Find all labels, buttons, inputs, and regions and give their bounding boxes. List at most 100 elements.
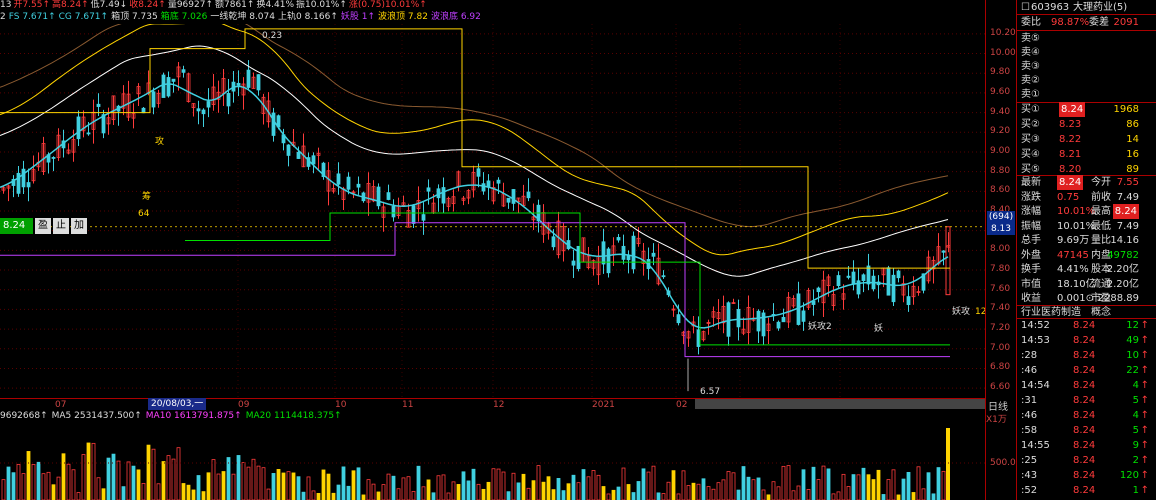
volume-bar	[911, 492, 916, 500]
volume-bar	[71, 469, 76, 500]
volume-bar	[496, 468, 501, 500]
tick-volume: 2	[1132, 455, 1139, 466]
volume-bar	[376, 491, 381, 500]
volume-bar	[746, 476, 751, 500]
add-position-button[interactable]: 加	[71, 218, 87, 234]
quote-value: 0.75	[1057, 191, 1080, 203]
volume-bar	[531, 480, 536, 500]
price-tick: 6.60	[990, 382, 1011, 393]
volume-bar	[581, 469, 586, 500]
volume-bar	[891, 469, 896, 500]
volume-bar	[831, 493, 836, 500]
candle-body	[476, 168, 481, 177]
tick-direction: ↑	[1140, 425, 1149, 436]
volume-bar	[466, 480, 471, 500]
candle-body	[421, 214, 426, 221]
quote-row: 振幅 10.01% 最低 7.49	[1017, 219, 1156, 234]
volume-bar	[316, 493, 321, 500]
candle-body	[861, 274, 866, 282]
candle-body	[891, 274, 896, 303]
quote-label: 涨幅	[1021, 206, 1041, 217]
volume-bar	[626, 484, 631, 500]
quote-value: 8.24	[1057, 175, 1084, 190]
volume-bar	[86, 442, 91, 500]
volume-bar	[366, 479, 371, 500]
ohlc-field-4: 收8.24↑	[129, 0, 166, 10]
tick-direction: ↑	[1140, 320, 1149, 331]
candle-body	[836, 275, 841, 287]
volume-bar	[331, 492, 336, 500]
tick-row: 14:53 8.24 49 ↑	[1017, 333, 1156, 348]
volume-bar	[156, 483, 161, 500]
indicator-field-3: 箱顶 7.735	[111, 12, 158, 22]
kline-chart-area[interactable]: 13 开7.55↑ 高8.24↑ 低7.49↓ 收8.24↑ 量96927↑ 额7861↑ 换…	[0, 0, 1016, 500]
candle-body	[941, 250, 946, 253]
volume-bar	[736, 489, 741, 500]
tick-volume: 22	[1126, 365, 1139, 376]
volume-chart[interactable]	[0, 423, 985, 500]
tick-price: 8.24	[1073, 395, 1096, 406]
tick-price: 8.24	[1073, 410, 1096, 421]
volume-bar	[66, 463, 71, 500]
bid-price: 8.23	[1059, 119, 1082, 130]
candle-body	[776, 321, 781, 329]
bid-price: 8.22	[1059, 134, 1082, 145]
candle-body	[411, 205, 416, 224]
quote-label: 量比	[1091, 235, 1111, 246]
quote-panel: ☐ 603963 大理药业(5) 委比 98.87% 委差 2091 卖⑤ 卖④ 卖③ 卖② 卖① 买①…	[1016, 0, 1156, 500]
tick-row: 14:54 8.24 4 ↑	[1017, 378, 1156, 393]
volume-bar	[371, 483, 376, 500]
quote-value: 2.20亿	[1106, 278, 1139, 290]
volume-bar	[871, 479, 876, 500]
tick-row: :58 8.24 5 ↑	[1017, 423, 1156, 438]
ohlc-field-8: 振10.01%↑	[296, 0, 347, 10]
volume-bar	[766, 494, 771, 500]
price-tick: 6.80	[990, 362, 1011, 373]
volume-bar	[606, 493, 611, 500]
volume-bar	[866, 474, 871, 500]
tick-time: :25	[1021, 455, 1038, 466]
quote-label: 收益	[1021, 293, 1041, 304]
quote-value: 8.24	[1112, 204, 1139, 219]
date-label: 09	[238, 400, 250, 410]
price-tick: 9.40	[990, 106, 1011, 117]
candle-body	[761, 312, 766, 337]
volume-bar	[31, 464, 36, 500]
volume-bar	[46, 471, 51, 500]
volume-bar	[721, 479, 726, 500]
volume-bar	[936, 467, 941, 500]
current-count: (694)	[988, 212, 1014, 222]
volume-bar	[246, 466, 251, 500]
quote-label: 最高	[1091, 206, 1111, 217]
volume-bar	[511, 472, 516, 500]
volume-bar	[336, 484, 341, 500]
stop-loss-button[interactable]: 止	[53, 218, 69, 234]
tick-time: 14:52	[1021, 320, 1050, 331]
volume-bar	[861, 467, 866, 500]
tick-direction: ↑	[1140, 365, 1149, 376]
candle-body	[726, 302, 731, 337]
candle-body	[246, 69, 251, 88]
volume-bar	[251, 458, 256, 500]
volume-bar	[716, 482, 721, 500]
volume-bar	[411, 491, 416, 500]
tick-price: 8.24	[1073, 380, 1096, 391]
tick-time: 14:54	[1021, 380, 1050, 391]
stock-name: 大理药业(5)	[1073, 2, 1128, 13]
volume-bar	[176, 447, 181, 500]
chart-scrollbar[interactable]	[695, 399, 985, 409]
price-chart[interactable]: 0.23 6.57 攻筹 64 妖攻2 妖 妖攻 12	[0, 24, 985, 398]
volume-bar	[501, 471, 506, 500]
take-profit-button[interactable]: 盈	[35, 218, 51, 234]
tick-row: :46 8.24 4 ↑	[1017, 408, 1156, 423]
volume-bar	[761, 489, 766, 500]
tick-time: :43	[1021, 470, 1038, 481]
volume-bar	[426, 479, 431, 500]
candle-body	[631, 235, 636, 270]
indicator-field-6: 上轨0 8.166↑	[278, 12, 338, 22]
volume-field-0: 9692668↑	[0, 411, 48, 421]
tick-time: 14:55	[1021, 440, 1050, 451]
candle-body	[736, 309, 741, 328]
candle-body	[796, 293, 801, 325]
volume-bar	[596, 474, 601, 500]
